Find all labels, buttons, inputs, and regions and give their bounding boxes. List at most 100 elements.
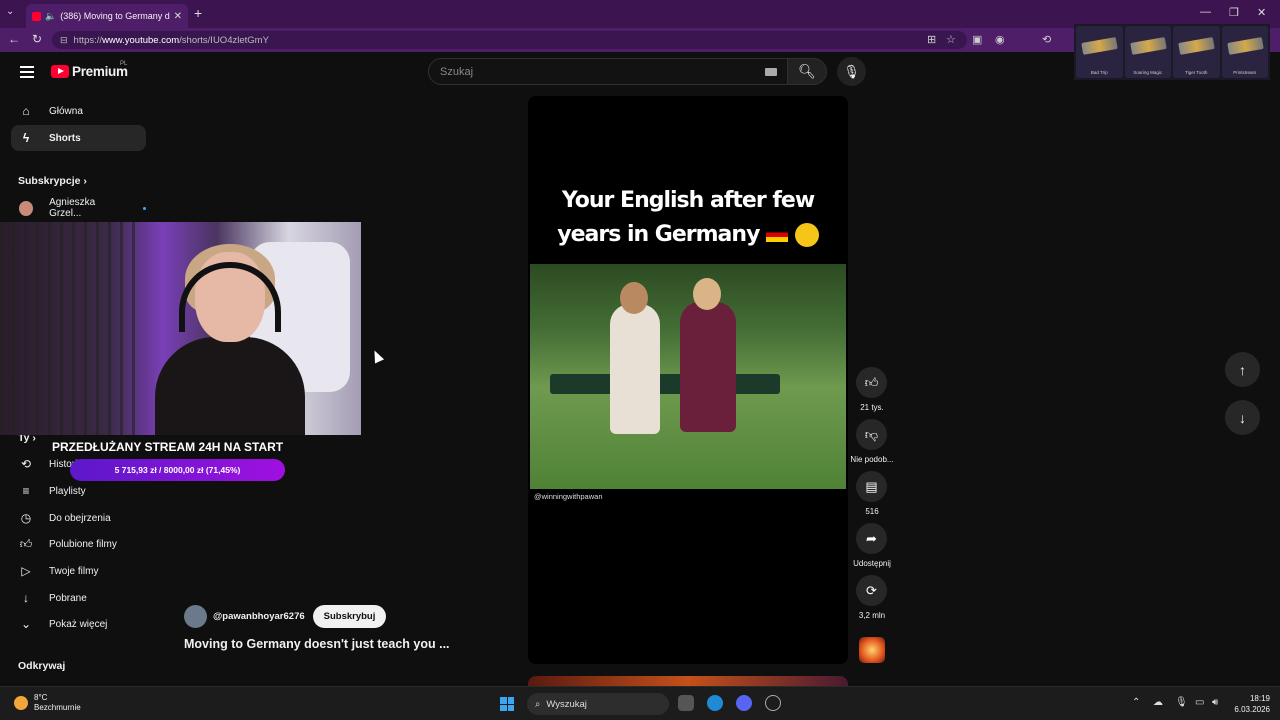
minimize-button[interactable]: —: [1200, 6, 1211, 18]
site-info-icon[interactable]: ⊟: [60, 35, 68, 46]
weather-widget[interactable]: 8°C Bezchmurnie: [14, 693, 81, 713]
remix-count: 3,2 mln: [858, 611, 886, 620]
extension-icon[interactable]: ▣: [972, 33, 982, 46]
sidebar-item-liked[interactable]: 👍︎ Polubione filmy: [11, 531, 146, 557]
sidebar-item-your-videos[interactable]: ▷ Twoje filmy: [11, 558, 146, 584]
tray-chevron-up-icon[interactable]: ⌃: [1132, 697, 1140, 708]
volume-icon[interactable]: 🔊︎: [1212, 697, 1218, 708]
extensions-puzzle-icon[interactable]: ⟲: [1042, 33, 1051, 46]
mouse-cursor-icon: [369, 348, 385, 364]
search-button[interactable]: 🔍︎: [787, 58, 827, 85]
video-watermark: @winningwithpawan: [534, 492, 603, 501]
thumbs-up-icon: 👍︎: [864, 374, 879, 390]
like-count: 21 tys.: [860, 403, 884, 412]
sidebar-item-playlists[interactable]: ≡ Playlisty: [11, 478, 146, 504]
discord-icon[interactable]: [736, 695, 752, 711]
video-caption: Your English after few years in Germany: [528, 184, 848, 252]
watch-later-icon: ◷: [20, 511, 32, 525]
playlist-icon: ≡: [22, 484, 30, 498]
stream-title: PRZEDŁUŻANY STREAM 24H NA START: [52, 440, 284, 454]
like-icon: 👍︎: [19, 536, 33, 551]
subscribe-button[interactable]: Subskrybuj: [312, 605, 387, 628]
share-label: Udostępnij: [853, 559, 891, 568]
restore-button[interactable]: ❐: [1229, 6, 1239, 19]
back-arrow-icon[interactable]: ←: [8, 32, 20, 46]
extension-green-icon[interactable]: ◉: [995, 33, 1005, 46]
youtube-favicon-icon: [32, 11, 41, 21]
comment-icon: ▤: [865, 478, 878, 494]
skin-card: Bad Trip: [1076, 26, 1123, 78]
remix-icon: ⟳: [866, 582, 877, 598]
sidebar-item-home[interactable]: ⌂ Główna: [11, 98, 146, 124]
germany-flag-icon: [766, 228, 789, 242]
arrow-down-icon: ↓: [1239, 409, 1246, 426]
app-icon[interactable]: [765, 695, 781, 711]
remix-button[interactable]: ⟳: [856, 575, 887, 606]
menu-hamburger-icon[interactable]: [20, 66, 34, 78]
tab-list-chevron-icon[interactable]: ⌄: [6, 6, 14, 17]
sidebar-item-show-more[interactable]: ⌄ Pokaż więcej: [11, 611, 146, 637]
share-button[interactable]: ➦: [856, 523, 887, 554]
shorts-video-player[interactable]: Your English after few years in Germany …: [528, 96, 848, 664]
url-field[interactable]: ⊟ https://www.youtube.com/shorts/IUO4zle…: [52, 31, 967, 49]
sidebar-item-watch-later[interactable]: ◷ Do obejrzenia: [11, 505, 146, 531]
download-icon: ↓: [23, 591, 29, 605]
microphone-icon: 🎙︎: [843, 63, 860, 79]
subscriptions-header[interactable]: Subskrypcje ›: [18, 175, 87, 187]
video-frame: [530, 264, 846, 489]
next-short-preview[interactable]: [528, 676, 848, 686]
close-window-button[interactable]: ✕: [1257, 6, 1266, 19]
windows-taskbar: 8°C Bezchmurnie ⌕ Wyszukaj ⌃ ☁ 🎙︎ ▭ 🔊︎ 1…: [0, 686, 1280, 720]
search-input[interactable]: Szukaj: [428, 58, 788, 85]
sidebar-item-downloads[interactable]: ↓ Pobrane: [11, 585, 146, 611]
search-icon: ⌕: [535, 698, 541, 710]
task-view-icon[interactable]: [678, 695, 694, 711]
microphone-tray-icon[interactable]: 🎙︎: [1175, 697, 1188, 708]
reload-icon[interactable]: ↻: [32, 32, 42, 46]
shorts-icon: ϟ: [22, 131, 30, 145]
display-icon[interactable]: ▭: [1195, 697, 1204, 708]
comments-button[interactable]: ▤: [856, 471, 887, 502]
arrow-up-icon: ↑: [1239, 361, 1246, 378]
chevron-down-icon: ⌄: [20, 617, 32, 631]
like-button[interactable]: 👍︎: [856, 367, 887, 398]
skin-card: Printstream: [1221, 26, 1268, 78]
video-icon: ▷: [21, 564, 31, 578]
channel-name[interactable]: @pawanbhoyar6276: [213, 611, 305, 622]
short-title[interactable]: Moving to Germany doesn't just teach you…: [184, 637, 450, 651]
channel-info: @pawanbhoyar6276 Subskrybuj: [184, 605, 387, 628]
youtube-play-icon: [51, 65, 69, 78]
tab-close-icon[interactable]: ✕: [174, 11, 182, 22]
next-short-button[interactable]: ↓: [1225, 400, 1260, 435]
speaker-icon[interactable]: 🔈: [45, 11, 56, 22]
channel-avatar: [19, 200, 34, 216]
subscription-channel[interactable]: Agnieszka Grzel...: [11, 195, 146, 221]
sound-thumbnail[interactable]: [859, 637, 885, 663]
stream-skins-overlay: Bad Trip Soaring Magic Tiger Tooth Print…: [1074, 24, 1270, 80]
dislike-button[interactable]: 👎︎: [856, 419, 887, 450]
laughing-emoji-icon: [794, 223, 819, 247]
app-install-icon[interactable]: ⊞: [927, 33, 936, 46]
skin-card: Soaring Magic: [1124, 26, 1171, 78]
home-icon: ⌂: [22, 104, 30, 118]
skin-card: Tiger Tooth: [1173, 26, 1220, 78]
channel-avatar[interactable]: [184, 605, 207, 628]
onedrive-cloud-icon[interactable]: ☁: [1153, 697, 1163, 708]
previous-short-button[interactable]: ↑: [1225, 352, 1260, 387]
share-arrow-icon: ➦: [866, 530, 877, 546]
logo-region: PL: [120, 61, 128, 67]
edge-browser-icon[interactable]: [707, 695, 723, 711]
new-tab-button[interactable]: +: [194, 5, 202, 21]
browser-tab[interactable]: 🔈 (386) Moving to Germany do... ✕: [26, 4, 188, 28]
bookmark-star-icon[interactable]: ☆: [946, 33, 956, 46]
weather-sun-icon: [14, 696, 28, 710]
sidebar-item-shorts[interactable]: ϟ Shorts: [11, 125, 146, 151]
keyboard-icon[interactable]: [765, 68, 777, 76]
donation-progress-bar: 5 715,93 zł / 8000,00 zł (71,45%): [70, 459, 285, 481]
system-clock[interactable]: 18:19 6.03.2026: [1228, 693, 1270, 715]
voice-search-button[interactable]: 🎙︎: [837, 57, 866, 86]
taskbar-search[interactable]: ⌕ Wyszukaj: [527, 693, 669, 715]
youtube-premium-logo[interactable]: Premium PL: [51, 61, 128, 79]
streamer-webcam: [0, 222, 361, 435]
windows-start-icon[interactable]: [500, 697, 514, 711]
